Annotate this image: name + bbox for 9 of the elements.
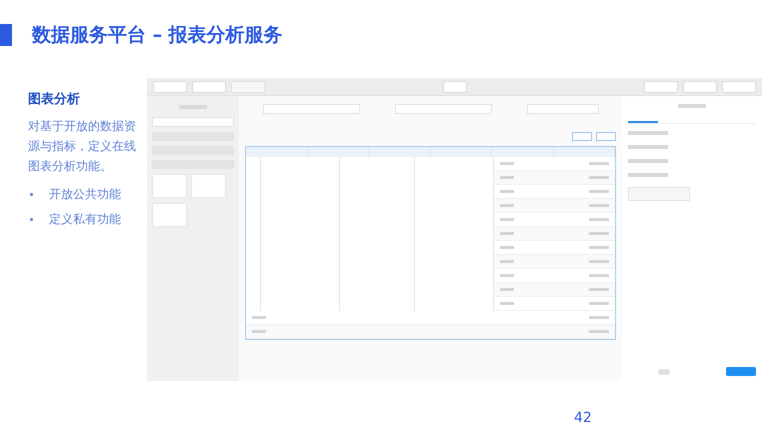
- slide-title: 数据服务平台 – 报表分析服务: [32, 23, 283, 48]
- bullet-icon: [30, 218, 33, 221]
- title-accent-bar: [0, 24, 12, 46]
- bullet-item: 定义私有功能: [28, 207, 146, 232]
- page-number: 42: [574, 410, 592, 426]
- bullet-icon: [30, 193, 33, 196]
- bullet-item: 开放公共功能: [28, 182, 146, 207]
- section-description: 对基于开放的数据资源与指标，定义在线图表分析功能。: [28, 118, 137, 175]
- section-heading: 图表分析: [28, 91, 81, 108]
